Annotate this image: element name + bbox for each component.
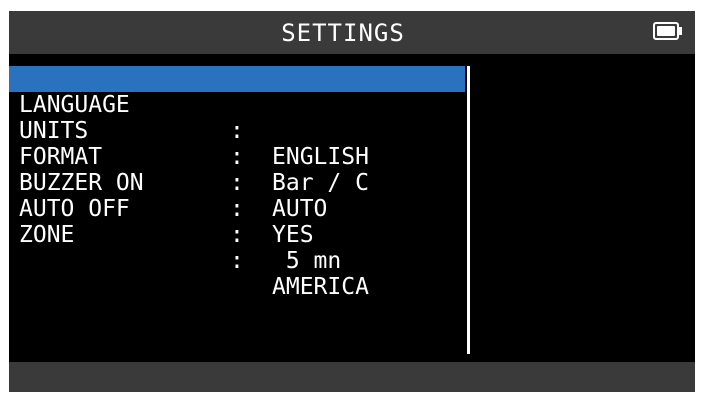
panel-divider xyxy=(467,66,470,354)
settings-row-units[interactable]: UNITS : Bar / C xyxy=(9,92,465,196)
setting-label: ZONE xyxy=(19,222,75,248)
footer-bar xyxy=(9,362,695,392)
setting-value: 5 mn xyxy=(272,248,342,274)
settings-row-auto-off[interactable]: AUTO OFF : 5 mn xyxy=(9,170,465,274)
setting-separator: : xyxy=(230,222,244,248)
settings-list: LANGUAGE : ENGLISH UNITS : Bar / C FORMA… xyxy=(9,66,465,300)
settings-row-zone[interactable]: ZONE : AMERICA xyxy=(9,196,465,300)
page-title: SETTINGS xyxy=(281,18,405,47)
setting-value: YES xyxy=(272,222,314,248)
settings-row-format[interactable]: FORMAT : AUTO xyxy=(9,118,465,222)
device-screen: SETTINGS LANGUAGE : ENGLISH UNITS : Bar … xyxy=(9,11,695,392)
battery-full-icon xyxy=(653,22,682,40)
header-bar: SETTINGS xyxy=(9,11,695,54)
setting-value: AMERICA xyxy=(272,274,369,300)
settings-row-buzzer[interactable]: BUZZER ON : YES xyxy=(9,144,465,248)
settings-row-language[interactable]: LANGUAGE : ENGLISH xyxy=(9,66,465,170)
setting-separator: : xyxy=(230,248,244,274)
